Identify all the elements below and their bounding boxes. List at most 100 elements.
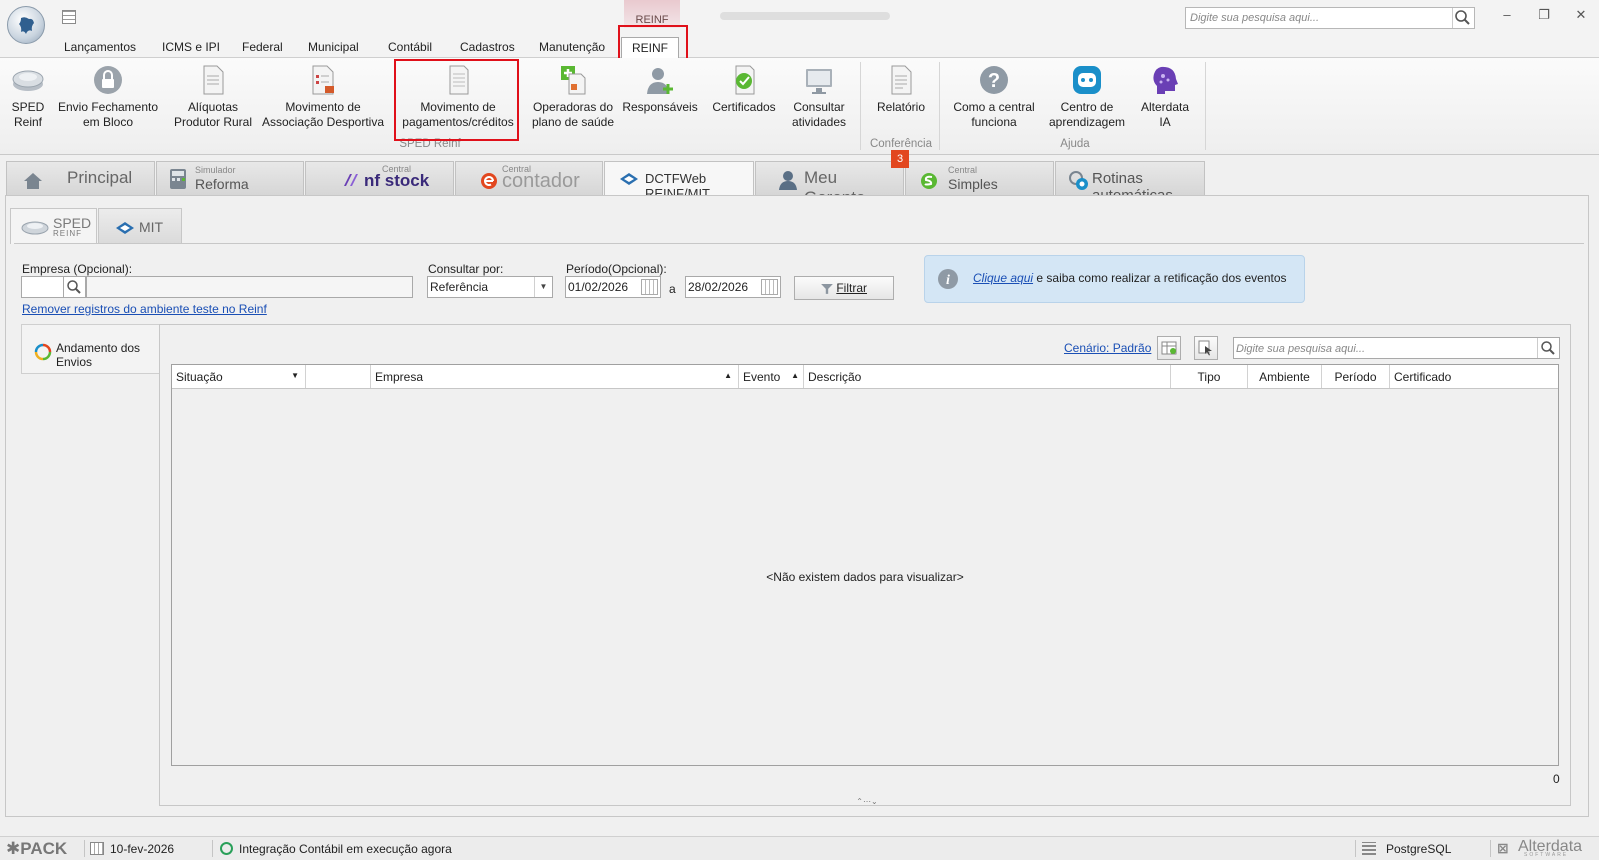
empresa-name-input[interactable]	[86, 276, 413, 298]
certificate-icon	[735, 65, 755, 95]
calendar-icon[interactable]	[761, 279, 778, 295]
date-separator: a	[669, 282, 676, 296]
manager-user-icon	[779, 171, 797, 190]
tab-nfstock[interactable]: Central nf stock	[305, 161, 454, 195]
subtab-mit[interactable]: MIT	[98, 208, 182, 244]
ribbon-separator	[860, 62, 861, 150]
envios-grid: Situação ▼ Empresa ▲ Evento ▲ Descrição Tip…	[171, 364, 1559, 766]
menu-cadastros[interactable]: Cadastros	[460, 40, 515, 54]
filtrar-button[interactable]: Filtrar	[794, 276, 894, 300]
tab-meu-gerente[interactable]: Meu Gerente	[755, 161, 904, 207]
empresa-code-input[interactable]	[21, 276, 64, 298]
certificados-button[interactable]: Certificados	[706, 64, 782, 115]
aliquotas-produtor-button[interactable]: Alíquotas Produtor Rural	[168, 64, 258, 130]
sped-disk-icon	[12, 70, 44, 91]
monitor-icon	[806, 69, 832, 94]
database-icon	[1362, 842, 1376, 855]
learning-center-icon	[1073, 66, 1101, 94]
responsaveis-button[interactable]: Responsáveis	[622, 64, 698, 115]
notification-badge: 3	[891, 150, 909, 168]
tab-simulador[interactable]: Simulador Reforma Tributária	[156, 161, 304, 208]
top-search-input[interactable]: Digite sua pesquisa aqui...	[1185, 7, 1475, 29]
col-situacao[interactable]: Situação ▼	[172, 365, 306, 388]
calendar-icon	[90, 842, 104, 855]
remover-registros-link[interactable]: Remover registros do ambiente teste no R…	[22, 302, 267, 316]
menu-municipal[interactable]: Municipal	[308, 40, 359, 54]
automation-gear-icon	[1069, 171, 1088, 190]
highlight-reinf-tab	[618, 25, 688, 60]
col-certificado[interactable]: Certificado	[1390, 365, 1560, 388]
consultar-select[interactable]: Referência ▼	[427, 276, 553, 298]
centro-aprendizagem-button[interactable]: Centro de aprendizagem	[1044, 64, 1130, 130]
dropdown-arrow-icon[interactable]: ▼	[291, 371, 299, 380]
quick-access-grid-icon[interactable]	[62, 10, 76, 24]
menu-federal[interactable]: Federal	[242, 40, 283, 54]
date-from-input[interactable]: 01/02/2026	[565, 276, 661, 298]
contador-logo-icon	[481, 173, 497, 189]
sped-reinf-button[interactable]: SPED Reinf	[8, 64, 48, 130]
date-to-input[interactable]: 28/02/2026	[685, 276, 781, 298]
health-plan-icon	[561, 66, 586, 95]
filter-icon	[820, 283, 833, 294]
empresa-search-button[interactable]	[63, 276, 86, 298]
menu-manutencao[interactable]: Manutenção	[539, 40, 605, 54]
cenario-link[interactable]: Cenário: Padrão	[1064, 341, 1151, 355]
menu-icms-ipi[interactable]: ICMS e IPI	[162, 40, 220, 54]
col-descricao[interactable]: Descrição	[804, 365, 1171, 388]
svg-text:i: i	[946, 273, 950, 288]
dctfweb-diamond-icon	[620, 173, 638, 185]
integracao-status[interactable]: Integração Contábil em execução agora	[239, 842, 452, 856]
svg-text:?: ?	[988, 70, 1000, 92]
tab-dctfweb[interactable]: DCTFWeb REINF/MIT	[604, 161, 754, 201]
menu-lancamentos[interactable]: Lançamentos	[64, 40, 136, 54]
tab-rotinas-automaticas[interactable]: Rotinas automáticas	[1055, 161, 1205, 204]
andamento-search-input[interactable]: Digite sua pesquisa aqui...	[1233, 337, 1560, 359]
restore-icon[interactable]: ❐	[1535, 8, 1553, 22]
alterdata-logo-icon: ⊠	[1497, 840, 1509, 856]
tab-simples-nacional[interactable]: Central Simples Nacional	[905, 161, 1054, 208]
search-icon[interactable]	[1537, 338, 1559, 358]
tab-principal[interactable]: Principal	[6, 161, 155, 195]
col-ambiente[interactable]: Ambiente	[1248, 365, 1322, 388]
status-bar: ✱PACK 10-fev-2026 Integração Contábil em…	[0, 836, 1599, 860]
grid-settings-icon	[1161, 341, 1177, 355]
col-empresa[interactable]: Empresa ▲	[371, 365, 739, 388]
como-central-funciona-button[interactable]: ? Como a central funciona	[944, 64, 1044, 130]
col-periodo[interactable]: Período	[1322, 365, 1390, 388]
app-logo-button[interactable]	[7, 6, 45, 44]
envio-fechamento-button[interactable]: Envio Fechamento em Bloco	[56, 64, 160, 130]
report-icon	[891, 65, 912, 95]
col-blank[interactable]	[306, 365, 371, 388]
col-tipo[interactable]: Tipo	[1171, 365, 1248, 388]
refresh-status-icon	[34, 343, 52, 361]
grid-header: Situação ▼ Empresa ▲ Evento ▲ Descrição Tip…	[172, 365, 1558, 389]
consultar-atividades-button[interactable]: Consultar atividades	[784, 64, 854, 130]
empty-grid-message: <Não existem dados para visualizar>	[766, 570, 964, 584]
movimento-associacao-button[interactable]: Movimento de Associação Desportiva	[260, 64, 386, 130]
status-date: 10-fev-2026	[110, 842, 175, 856]
calendar-icon[interactable]	[641, 279, 658, 295]
tab-contador[interactable]: Central contador	[455, 161, 603, 195]
ai-head-icon	[1153, 66, 1178, 94]
relatorio-button[interactable]: Relatório	[866, 64, 936, 115]
export-button[interactable]	[1194, 336, 1218, 360]
record-count: 0	[1553, 772, 1560, 786]
subtab-sped-reinf[interactable]: SPED REINF	[10, 208, 97, 244]
col-evento[interactable]: Evento ▲	[739, 365, 804, 388]
clique-aqui-link[interactable]: Clique aqui	[973, 271, 1033, 285]
menu-contabil[interactable]: Contábil	[388, 40, 432, 54]
minimize-icon[interactable]: –	[1498, 8, 1516, 22]
alterdata-ia-button[interactable]: Alterdata IA	[1130, 64, 1200, 130]
highlight-movimento-pagamentos	[394, 59, 519, 141]
top-search-placeholder: Digite sua pesquisa aqui...	[1190, 12, 1320, 24]
consultar-label: Consultar por:	[428, 262, 504, 276]
home-icon	[24, 173, 42, 189]
search-icon[interactable]	[1452, 8, 1474, 28]
grid-layout-button[interactable]	[1157, 336, 1181, 360]
chevron-down-icon[interactable]: ▼	[534, 277, 552, 297]
calculator-icon	[170, 169, 186, 189]
close-icon[interactable]: ✕	[1572, 8, 1590, 22]
splitter-grip[interactable]: ⌃⋯⌄	[850, 798, 884, 806]
ribbon: SPED Reinf Envio Fechamento em Bloco Alíqu…	[0, 58, 1599, 155]
operadoras-plano-saude-button[interactable]: Operadoras do plano de saúde	[528, 64, 618, 130]
